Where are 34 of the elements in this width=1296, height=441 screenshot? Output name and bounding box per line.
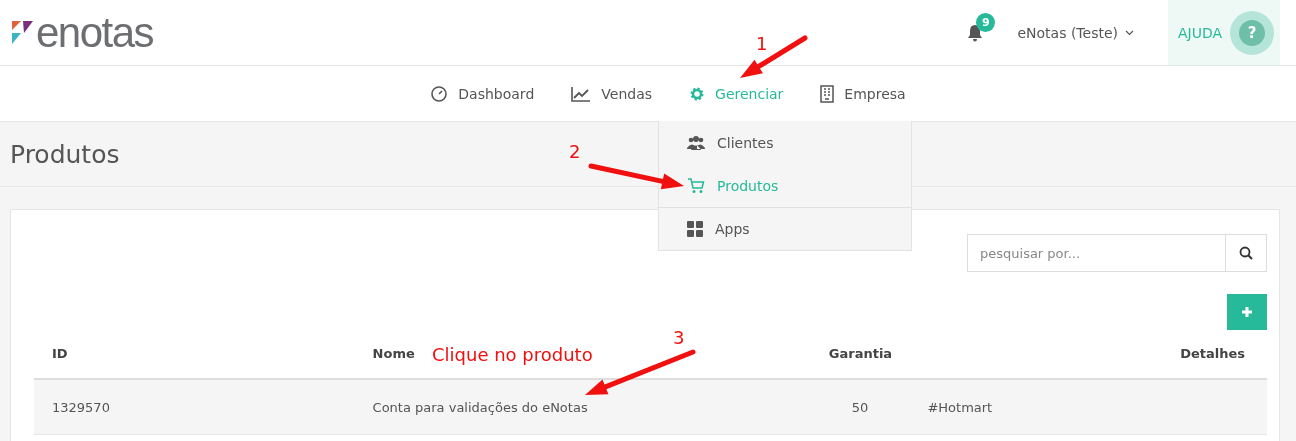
logo-text: enotas: [36, 11, 154, 54]
notification-badge: 9: [976, 12, 996, 32]
chevron-down-icon: [1125, 29, 1134, 36]
line-chart-icon: [571, 85, 592, 102]
column-header: ID: [52, 346, 68, 361]
table-cell: 50: [851, 399, 869, 415]
gear-icon: [689, 85, 706, 102]
plus-icon: [1241, 306, 1253, 318]
account-menu[interactable]: eNotas (Teste): [1017, 24, 1134, 41]
table-cell: #Hotmart: [927, 399, 993, 415]
annotation-text: Clique no produto: [432, 346, 593, 364]
nav-tab[interactable]: Vendas: [571, 85, 653, 102]
search-icon[interactable]: [1239, 246, 1253, 260]
search-field[interactable]: pesquisar por...: [967, 234, 1226, 272]
column-header: Detalhes: [1180, 346, 1245, 361]
annotation-text: 1: [756, 35, 768, 53]
column-header: Garantia: [828, 346, 893, 361]
page-title: Produtos: [10, 139, 120, 169]
grid-icon: [687, 221, 703, 237]
menu-item[interactable]: Apps: [659, 207, 911, 250]
menu-item[interactable]: Clientes: [659, 121, 911, 164]
building-icon: [820, 84, 835, 103]
table-cell: 1329570: [52, 399, 110, 415]
nav-tab[interactable]: Empresa: [820, 84, 906, 103]
nav-tab[interactable]: Dashboard: [430, 84, 535, 103]
gauge-icon: [430, 84, 449, 103]
column-header: Nome: [372, 346, 415, 361]
table-cell: Conta para validações do eNotas: [372, 399, 588, 415]
cart-icon: [687, 177, 705, 194]
users-icon: [687, 134, 705, 151]
annotation-text: 3: [673, 329, 685, 347]
arrow: [740, 35, 808, 78]
bell-icon[interactable]: [967, 23, 984, 42]
annotation-text: 2: [569, 143, 581, 161]
